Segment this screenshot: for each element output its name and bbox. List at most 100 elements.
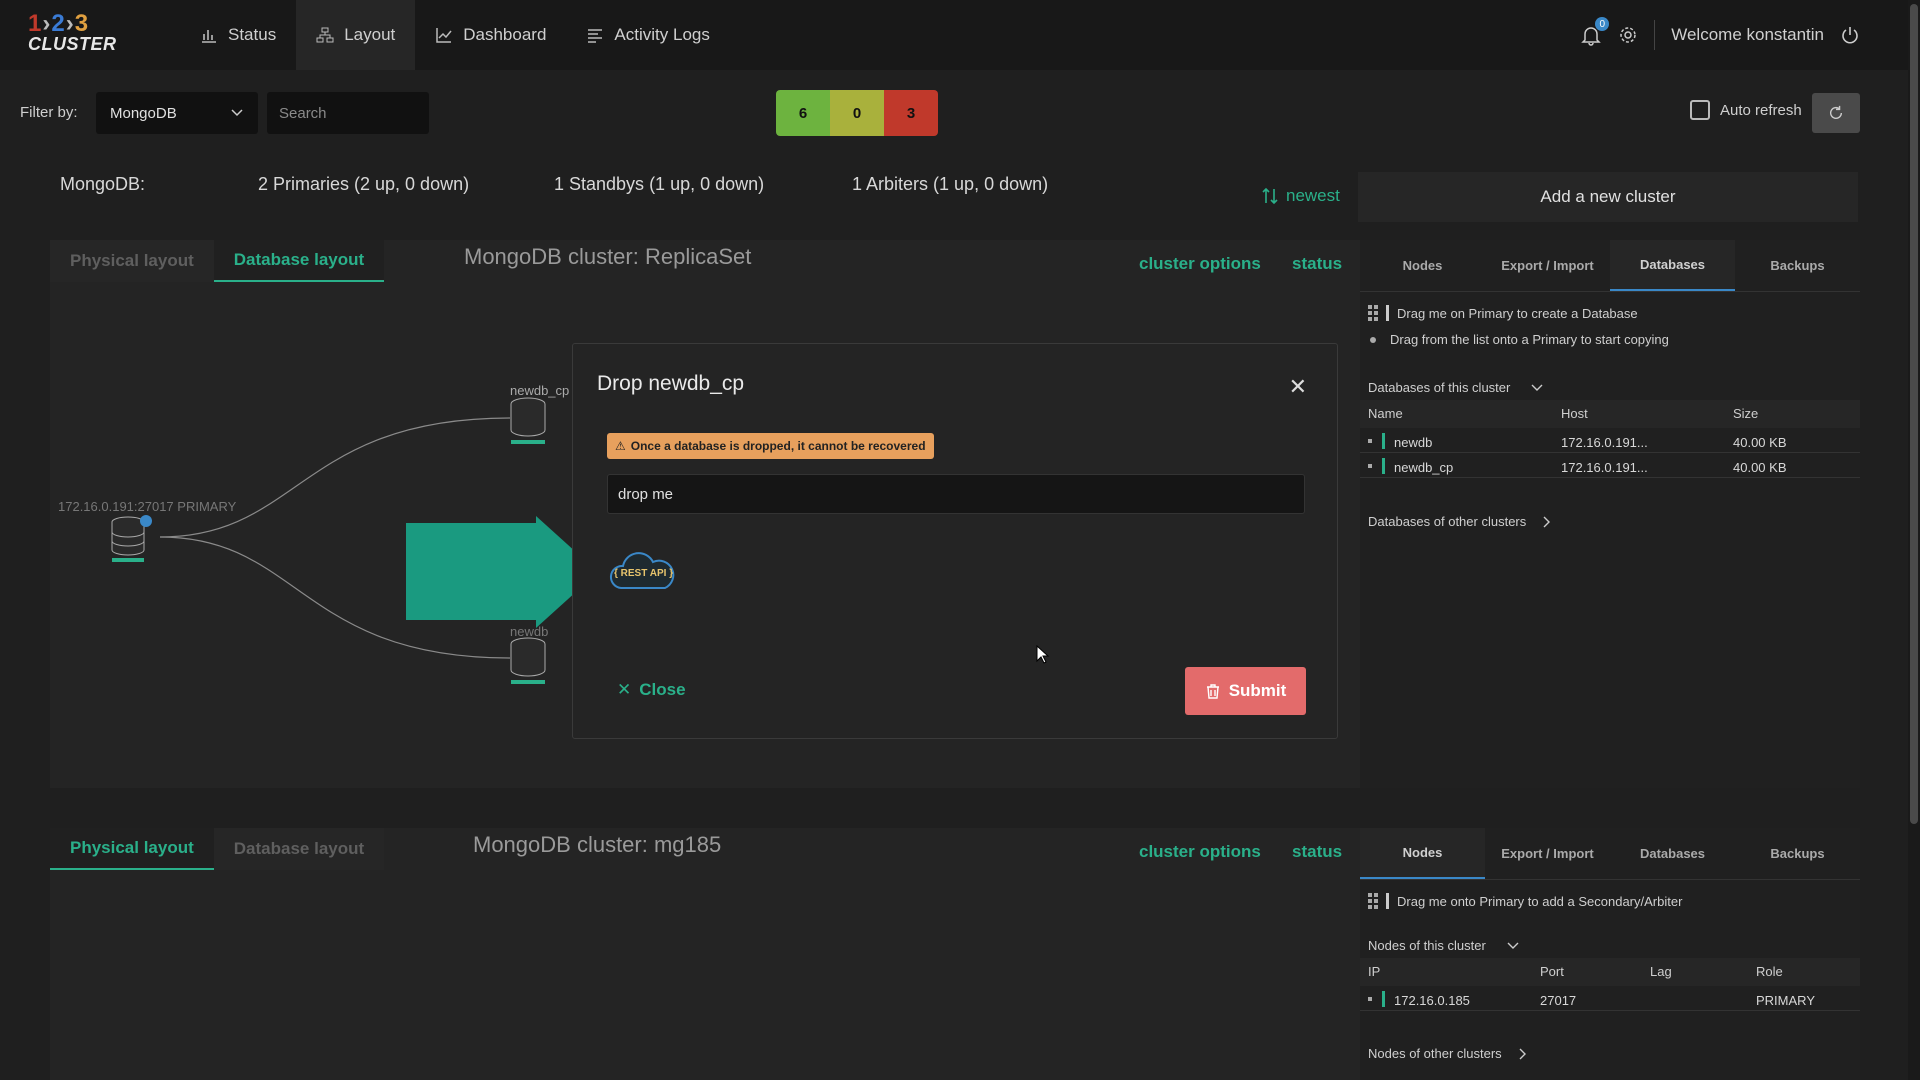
cluster1-side-tabs: Nodes Export / Import Databases Backups [1360,240,1860,292]
summary-arbiters: 1 Arbiters (1 up, 0 down) [852,174,1049,194]
power-icon[interactable] [1840,25,1860,45]
auto-refresh-checkbox[interactable] [1690,100,1710,120]
count-warning[interactable]: 0 [830,90,884,136]
logo[interactable]: 1›2›3 CLUSTER [28,10,118,60]
filter-label: Filter by: [20,104,78,121]
row-role: PRIMARY [1756,993,1815,1008]
databases-other-clusters-label: Databases of other clusters [1368,514,1527,529]
list-icon [588,29,603,43]
warning-text: Once a database is dropped, it cannot be… [630,439,926,453]
nav-status-label: Status [228,25,277,44]
modal-close-button[interactable]: ✕ Close [617,680,686,700]
side-tab-nodes[interactable]: Nodes [1360,828,1485,879]
close-icon: ✕ [617,680,632,699]
side-tab-backups[interactable]: Backups [1735,828,1860,879]
confirm-drop-value: drop me [618,485,674,503]
databases-table-header: Name Host Size [1360,400,1860,428]
rest-api-label: { REST API } [614,568,674,579]
scrollbar-thumb[interactable] [1910,4,1918,824]
row-name: newdb [1394,435,1433,450]
sort-newest-button[interactable]: newest [1262,186,1340,206]
auto-refresh: Auto refresh [1690,100,1802,120]
side-tab-export-import[interactable]: Export / Import [1485,828,1610,879]
count-up[interactable]: 6 [776,90,830,136]
table-row[interactable]: newdb 172.16.0.191... 40.00 KB [1360,429,1860,453]
nav-layout-label: Layout [344,25,396,44]
col-host: Host [1561,406,1588,421]
confirm-drop-input[interactable]: drop me [607,474,1305,514]
nodes-other-clusters-toggle[interactable]: Nodes of other clusters [1368,1046,1530,1061]
modal-close-icon[interactable]: ✕ [1289,374,1307,400]
notifications-button[interactable]: 0 [1580,17,1610,46]
chevron-right-icon [1543,516,1551,527]
col-ip: IP [1368,964,1381,979]
db-bottom-label: newdb [510,624,549,639]
nav-status[interactable]: Status [180,0,296,70]
row-size: 40.00 KB [1733,460,1787,475]
add-node-draggable[interactable]: Drag me onto Primary to add a Secondary/… [1368,893,1682,909]
databases-this-cluster-label: Databases of this cluster [1368,380,1511,395]
table-row[interactable]: 172.16.0.185 27017 PRIMARY [1360,987,1860,1011]
hint-copy-row: Drag from the list onto a Primary to sta… [1368,332,1669,347]
logo-word: CLUSTER [28,34,117,54]
refresh-button[interactable] [1812,93,1860,133]
nav-dashboard[interactable]: Dashboard [415,0,566,70]
cluster2-options-link[interactable]: cluster options [1139,842,1261,862]
search-input[interactable] [267,92,429,134]
summary-type: MongoDB: [60,174,146,194]
databases-this-cluster-toggle[interactable]: Databases of this cluster [1368,380,1544,395]
sort-label: newest [1286,186,1340,205]
databases-other-clusters-toggle[interactable]: Databases of other clusters [1368,514,1554,529]
logo-digit-1: 1 [28,10,43,37]
page-scrollbar[interactable] [1908,0,1920,1080]
nav-activity-logs-label: Activity Logs [614,25,710,44]
col-size: Size [1733,406,1759,421]
side-tab-databases[interactable]: Databases [1610,828,1735,879]
col-port: Port [1540,964,1564,979]
trash-icon [1206,684,1219,699]
bar-chart-icon [202,30,216,43]
rest-api-icon[interactable]: { REST API } [607,548,677,599]
nodes-this-cluster-label: Nodes of this cluster [1368,938,1486,953]
side-tab-databases[interactable]: Databases [1610,240,1735,291]
nodes-this-cluster-toggle[interactable]: Nodes of this cluster [1368,938,1520,953]
tab-physical-layout[interactable]: Physical layout [50,828,214,870]
header-divider [1654,20,1656,50]
row-host: 172.16.0.191... [1561,460,1648,475]
link-primary-newdb-cp [159,417,511,538]
cluster2-side-tabs: Nodes Export / Import Databases Backups [1360,828,1860,880]
cluster2-side-panel: Nodes Export / Import Databases Backups … [1360,828,1860,1080]
filter-select[interactable]: MongoDB [96,92,258,134]
summary-primaries: 2 Primaries (2 up, 0 down) [258,174,470,194]
primary-node-icon [111,515,152,562]
warning-icon: ⚠ [615,439,626,453]
header-right: 0 Welcome konstantin [1580,0,1860,70]
add-cluster-button[interactable]: Add a new cluster [1358,172,1858,222]
nav-activity-logs[interactable]: Activity Logs [566,0,729,70]
close-label: Close [639,680,686,699]
chevron-down-icon [1507,942,1519,949]
refresh-icon [1829,105,1843,119]
drag-handle-icon [1368,893,1378,909]
count-down[interactable]: 3 [884,90,938,136]
gear-icon[interactable] [1618,25,1638,45]
tab-database-layout[interactable]: Database layout [213,828,385,870]
row-size: 40.00 KB [1733,435,1787,450]
db-top-label: newdb_cp [510,383,570,398]
side-tab-nodes[interactable]: Nodes [1360,240,1485,291]
top-bar: 1›2›3 CLUSTER Status Layout Dashboard Ac… [0,0,1920,70]
logo-digit-2: 2 [51,10,66,37]
submit-drop-button[interactable]: Submit [1185,667,1306,715]
nodes-other-clusters-label: Nodes of other clusters [1368,1046,1502,1061]
row-port: 27017 [1540,993,1577,1008]
row-name: newdb_cp [1394,460,1454,475]
chevron-down-icon [1531,384,1543,391]
side-tab-export-import[interactable]: Export / Import [1485,240,1610,291]
cluster2-status-link[interactable]: status [1292,842,1342,862]
create-database-draggable[interactable]: Drag me on Primary to create a Database [1368,305,1638,321]
submit-label: Submit [1228,681,1287,700]
cluster1-side-panel: Nodes Export / Import Databases Backups … [1360,240,1860,788]
table-row[interactable]: newdb_cp 172.16.0.191... 40.00 KB [1360,454,1860,478]
nav-layout[interactable]: Layout [296,0,416,70]
side-tab-backups[interactable]: Backups [1735,240,1860,291]
